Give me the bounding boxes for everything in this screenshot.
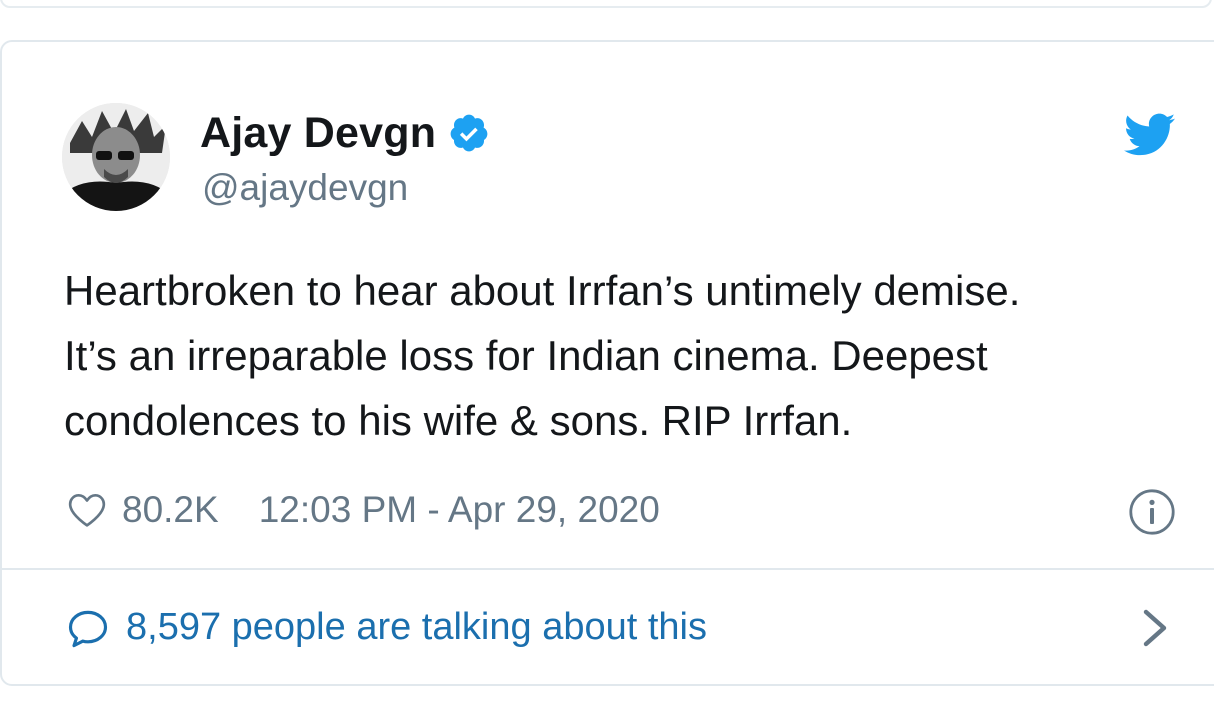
conversation-link[interactable]: 8,597 people are talking about this	[0, 570, 1214, 684]
info-icon[interactable]	[1128, 488, 1176, 536]
like-count[interactable]: 80.2K	[122, 489, 219, 531]
author-name[interactable]: Ajay Devgn	[200, 106, 436, 160]
tweet-text-line: It’s an irreparable loss for Indian cine…	[64, 332, 988, 379]
author-name-row[interactable]: Ajay Devgn	[200, 106, 490, 160]
chevron-right-icon[interactable]	[1142, 608, 1168, 648]
previous-card-edge	[0, 0, 1212, 8]
twitter-bird-icon[interactable]	[1124, 113, 1176, 157]
avatar[interactable]	[62, 103, 170, 211]
author-handle[interactable]: @ajaydevgn	[202, 165, 408, 211]
talking-count[interactable]: 8,597 people are talking about this	[126, 603, 707, 651]
tweet-text-line: Heartbroken to hear about Irrfan’s untim…	[64, 267, 1021, 314]
tweet-text: Heartbroken to hear about Irrfan’s untim…	[64, 258, 1174, 453]
tweet-meta: 80.2K 12:03 PM - Apr 29, 2020	[66, 486, 660, 534]
heart-icon[interactable]	[66, 490, 108, 530]
verified-badge-icon	[450, 114, 488, 152]
speech-bubble-icon	[68, 610, 108, 648]
tweet-timestamp[interactable]: 12:03 PM - Apr 29, 2020	[259, 489, 660, 531]
tweet-text-line: condolences to his wife & sons. RIP Irrf…	[64, 397, 853, 444]
